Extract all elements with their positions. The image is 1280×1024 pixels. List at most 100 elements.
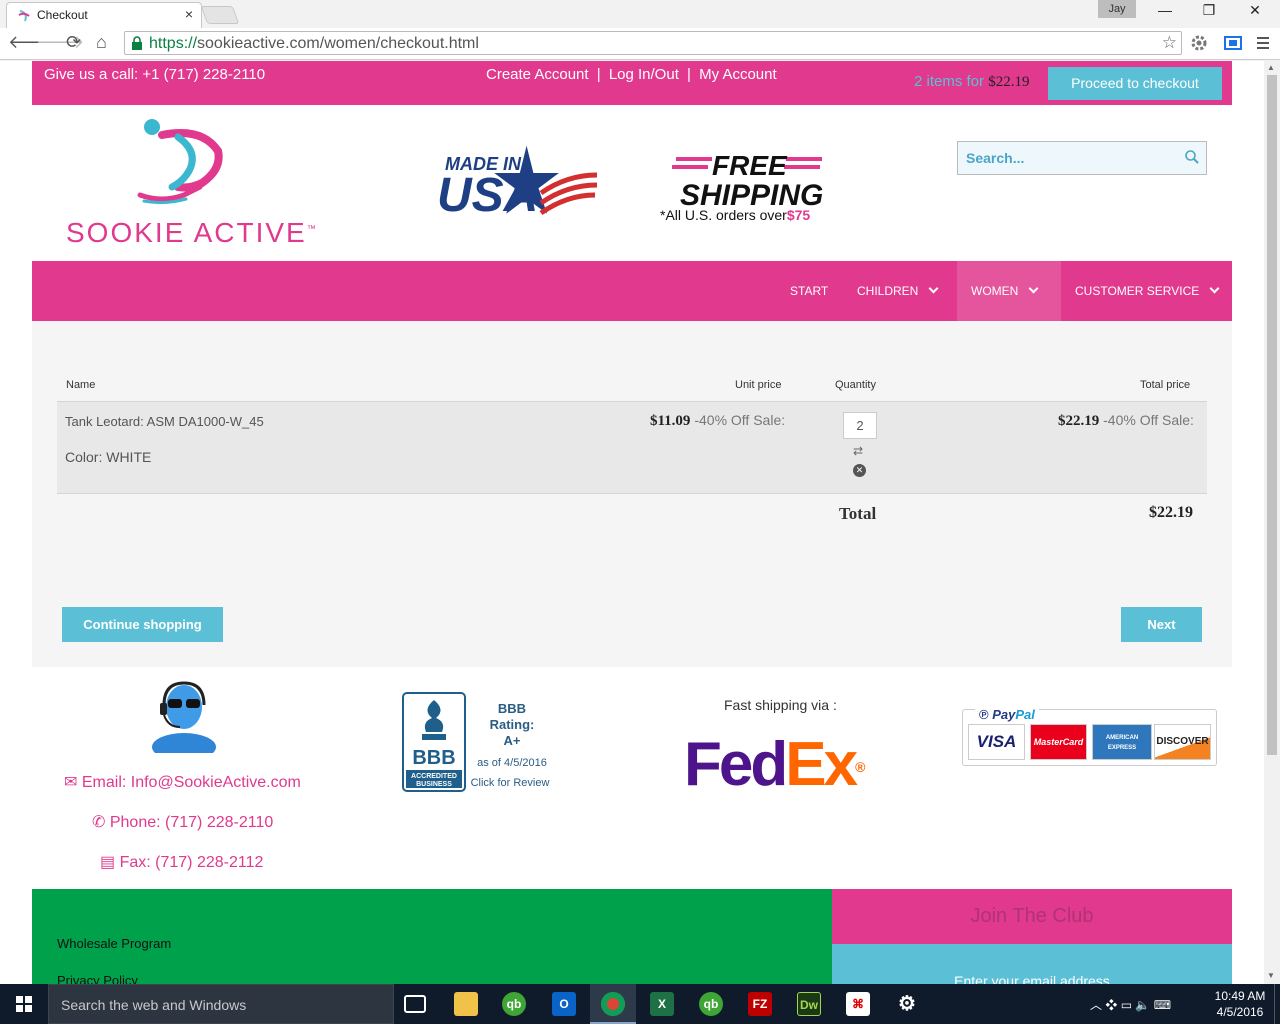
bbb-grade: A+ <box>503 733 521 748</box>
menu-item-customer-service[interactable]: CUSTOMER SERVICE <box>1075 261 1220 321</box>
svg-text:BBB: BBB <box>412 747 455 769</box>
phone-icon: ✆ <box>92 814 106 831</box>
join-the-club-heading: Join The Club <box>832 889 1232 944</box>
menu-item-start[interactable]: START <box>790 261 828 321</box>
reload-icon[interactable]: ⟳ <box>66 32 81 53</box>
remove-item-icon[interactable]: ✕ <box>853 464 866 477</box>
call-us-text: Give us a call: +1 (717) 228-2110 <box>44 66 266 83</box>
tab-close-icon[interactable]: × <box>185 6 193 22</box>
task-view-icon[interactable] <box>404 995 426 1013</box>
scroll-down-icon[interactable]: ▼ <box>1267 971 1275 980</box>
link-separator: | <box>596 66 601 83</box>
footer-phone: ✆ Phone: (717) 228-2110 <box>92 814 274 831</box>
line-total-price: $22.19 -40% Off Sale: <box>1058 412 1194 429</box>
bbb-accredited-business-logo[interactable]: BBB ACCREDITED BUSINESS <box>402 692 466 792</box>
bookmark-star-icon[interactable]: ☆ <box>1162 33 1177 53</box>
search-placeholder: Search... <box>966 150 1025 166</box>
maximize-icon[interactable]: ❐ <box>1186 2 1232 19</box>
cart-total-value: $22.19 <box>1149 504 1193 521</box>
filezilla-icon[interactable]: FZ <box>748 992 772 1016</box>
tray-volume-icon[interactable]: 🔈 <box>1135 998 1150 1012</box>
adobe-reader-icon[interactable]: ⌘ <box>846 992 870 1016</box>
browser-toolbar: 🡐 🡒 ⟳ ⌂ https://sookieactive.com/women/c… <box>0 28 1280 60</box>
chrome-menu-icon[interactable] <box>1254 34 1272 52</box>
visa-card-icon: VISA <box>968 724 1025 760</box>
update-quantity-icon[interactable]: ⇄ <box>853 444 863 458</box>
bbb-title: BBB <box>497 701 527 716</box>
chevron-down-icon <box>1028 283 1039 294</box>
scroll-up-icon[interactable]: ▲ <box>1267 63 1275 72</box>
menu-item-women[interactable]: WOMEN <box>957 261 1061 321</box>
tray-keyboard-icon[interactable]: ⌨ <box>1154 998 1171 1012</box>
cart-item-row: Tank Leotard: ASM DA1000-W_45 Color: WHI… <box>57 401 1207 494</box>
newsletter-email-input[interactable]: Enter your email address <box>832 944 1232 984</box>
american-express-icon: AMERICAN EXPRESS <box>1092 724 1152 760</box>
cart-section: Name Unit price Quantity Total price Tan… <box>32 321 1232 667</box>
home-icon[interactable]: ⌂ <box>96 32 107 53</box>
dreamweaver-icon[interactable]: Dw <box>797 992 821 1016</box>
bbb-review-link[interactable]: Click for Review <box>460 777 560 789</box>
account-links: Create Account | Log In/Out | My Account <box>486 66 781 83</box>
privacy-policy-link[interactable]: Privacy Policy <box>57 973 138 984</box>
taskbar-clock[interactable]: 10:49 AM 4/5/2016 <box>1208 988 1272 1020</box>
sookie-logo-figure-icon[interactable] <box>132 117 228 207</box>
proceed-to-checkout-button[interactable]: Proceed to checkout <box>1048 67 1222 100</box>
extension-gear-icon[interactable] <box>1190 34 1208 52</box>
cart-total-label: Total <box>839 504 877 523</box>
search-input[interactable]: Search... <box>957 141 1207 175</box>
minimize-icon[interactable]: — <box>1142 2 1188 18</box>
fast-shipping-label: Fast shipping via : <box>724 697 837 713</box>
search-icon[interactable] <box>1184 149 1200 165</box>
address-bar[interactable]: https://sookieactive.com/women/checkout.… <box>124 31 1182 55</box>
settings-gear-icon[interactable]: ⚙ <box>895 992 919 1016</box>
outlook-icon[interactable]: O <box>552 992 576 1016</box>
quantity-input[interactable]: 2 <box>843 412 877 439</box>
window-close-icon[interactable]: ✕ <box>1232 2 1278 19</box>
continue-shopping-button[interactable]: Continue shopping <box>62 607 223 642</box>
file-explorer-icon[interactable] <box>454 992 478 1016</box>
page-scrollbar[interactable]: ▲ ▼ <box>1264 61 1280 984</box>
tray-chevron-up-icon[interactable]: ︿ <box>1090 998 1102 1012</box>
my-account-link[interactable]: My Account <box>699 66 777 83</box>
chrome-icon[interactable] <box>601 992 625 1016</box>
sookie-active-logo-text[interactable]: SOOKIE ACTIVE™ <box>66 217 318 249</box>
chevron-down-icon <box>1209 283 1220 294</box>
column-header-total-price: Total price <box>1140 379 1191 391</box>
quickbooks-icon[interactable]: qb <box>502 992 526 1016</box>
cart-summary[interactable]: 2 items for $22.19 <box>914 73 1029 91</box>
footer-fax: ▤ Fax: (717) 228-2112 <box>100 854 264 871</box>
taskbar-search-placeholder: Search the web and Windows <box>61 997 247 1013</box>
next-button[interactable]: Next <box>1121 607 1202 642</box>
windows-start-icon[interactable] <box>0 984 48 1024</box>
show-desktop-button[interactable] <box>1274 984 1280 1024</box>
customer-support-headset-icon <box>152 681 216 753</box>
product-name[interactable]: Tank Leotard: ASM DA1000-W_45 <box>65 414 264 429</box>
made-in-usa-badge: MADE IN USA <box>437 145 598 222</box>
login-logout-link[interactable]: Log In/Out <box>609 66 679 83</box>
browser-titlebar: Checkout × Jay — ❐ ✕ <box>0 0 1280 28</box>
taskbar-search-input[interactable]: Search the web and Windows <box>48 984 394 1024</box>
paypal-logo: ℗ PayPal <box>975 707 1039 722</box>
quickbooks-second-icon[interactable]: qb <box>699 992 723 1016</box>
extension-cast-icon[interactable] <box>1224 34 1242 52</box>
footer-email-link[interactable]: ✉ Email: Info@SookieActive.com <box>64 772 301 792</box>
unit-price: $11.09 -40% Off Sale: <box>650 412 786 429</box>
bbb-date: as of 4/5/2016 <box>477 757 547 769</box>
scrollbar-thumb[interactable] <box>1267 75 1277 755</box>
menu-item-children[interactable]: CHILDREN <box>857 261 939 321</box>
browser-tab-checkout[interactable]: Checkout × <box>6 2 202 28</box>
clock-time: 10:49 AM <box>1214 989 1266 1003</box>
create-account-link[interactable]: Create Account <box>486 66 589 83</box>
tray-dropbox-icon[interactable]: ❖ <box>1105 998 1117 1012</box>
svg-text:SHIPPING: SHIPPING <box>680 179 823 207</box>
mastercard-icon: MasterCard <box>1030 724 1087 760</box>
tray-network-icon[interactable]: ▭ <box>1121 998 1132 1012</box>
excel-icon[interactable]: X <box>650 992 674 1016</box>
wholesale-program-link[interactable]: Wholesale Program <box>57 936 171 951</box>
new-tab-button[interactable] <box>200 6 240 24</box>
tab-title: Checkout <box>37 8 88 22</box>
svg-text:BUSINESS: BUSINESS <box>416 781 452 788</box>
page-viewport: Give us a call: +1 (717) 228-2110 Create… <box>0 61 1264 984</box>
footer-info: ✉ Email: Info@SookieActive.com ✆ Phone: … <box>32 667 1232 889</box>
browser-user-badge[interactable]: Jay <box>1098 0 1136 18</box>
